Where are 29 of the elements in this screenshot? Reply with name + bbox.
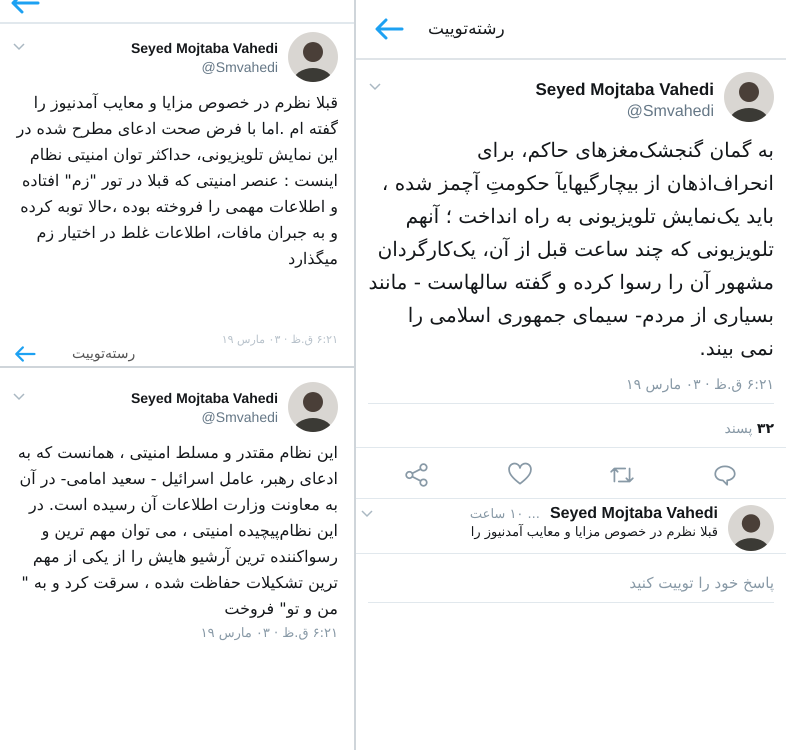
- author-name: Seyed Mojtaba Vahedi: [550, 505, 718, 523]
- share-icon[interactable]: [404, 462, 430, 488]
- tweet-text: این نظام مقتدر و مسلط امنیتی ، همانست که به ادعای رهبر، عامل اسرائیل - سعید امامی- در آن به معاونت وزارت اطلاعات آن رسیده است. در این نظام‌پیچیده امنیتی ، می توان مهم ترین و رسواکننده ترین آرشیو هایش را از یکی از مهم ترین تشکیلات حفاظت شده ، سرقت کرد و به " من و تو" فروخت: [16, 442, 338, 620]
- author-name: Seyed Mojtaba Vahedi: [535, 80, 714, 100]
- chevron-down-icon[interactable]: [12, 42, 26, 52]
- author-handle: @Smvahedi: [200, 59, 278, 75]
- tweet-text: قبلا نظرم در خصوص مزایا و معایب آمدنیوز را گفته ام .اما با فرض صحت ادعای مطرح شده در این نمایش تلویزیونی، حداکثر توان امنیتی نظام اینست : عنصر امنیتی که قبلا در تور "زم" افتاده و اطلاعات مهمی را فروخته بوده ،حالا توبه کرده و به جبران مافات، اطلاعات غلط در اختیار زم میگذارد: [15, 92, 338, 270]
- thread-title: رسته‌توییت: [72, 346, 136, 362]
- avatar: [288, 32, 338, 82]
- avatar: [288, 382, 338, 432]
- author-name: Seyed Mojtaba Vahedi: [130, 40, 278, 56]
- author-handle: @Smvahedi: [626, 103, 714, 121]
- chevron-down-icon[interactable]: [360, 509, 374, 519]
- avatar: [728, 505, 774, 551]
- avatar: [724, 72, 774, 122]
- reply-time: ... ۱۰ ساعت: [470, 506, 540, 522]
- tweet-text: به گمان گنجشک‌مغزهای حاکم، برای انحراف‌اذهان از بیچارگیهایآ حکومتِ آچمز شده ، باید یک‌نمایش تلویزیونی به راه انداخت ؛ آنهم تلویزیونی که چند ساعت قبل از آن، یک‌کارگردان مشهور آن را رسوا کرده و گفته سالهاست - مانند بسیاری از مردم- سیمای جمهوری اسلامی را نمی بیند.: [368, 137, 774, 362]
- author-name: Seyed Mojtaba Vahedi: [130, 390, 278, 406]
- chevron-down-icon[interactable]: [12, 392, 26, 402]
- back-arrow-icon[interactable]: [374, 18, 404, 40]
- reply-text: قبلا نظرم در خصوص مزایا و معایب آمدنیوز را: [470, 525, 718, 540]
- chevron-down-icon[interactable]: [368, 82, 382, 92]
- back-arrow-icon[interactable]: [14, 346, 36, 362]
- likes-count: ۳۲ پسند: [724, 421, 774, 437]
- tweet-timestamp: ۶:۲۱ ق.ظ · ۰۳ مارس ۱۹: [200, 626, 338, 641]
- author-handle: @Smvahedi: [200, 409, 278, 425]
- thread-title: رشته‌توییت: [428, 19, 505, 39]
- tweet-timestamp: ۶:۲۱ ق.ظ · ۰۳ مارس ۱۹: [368, 377, 774, 404]
- tweet-timestamp: ۶:۲۱ ق.ظ · ۰۳ مارس ۱۹: [220, 333, 338, 346]
